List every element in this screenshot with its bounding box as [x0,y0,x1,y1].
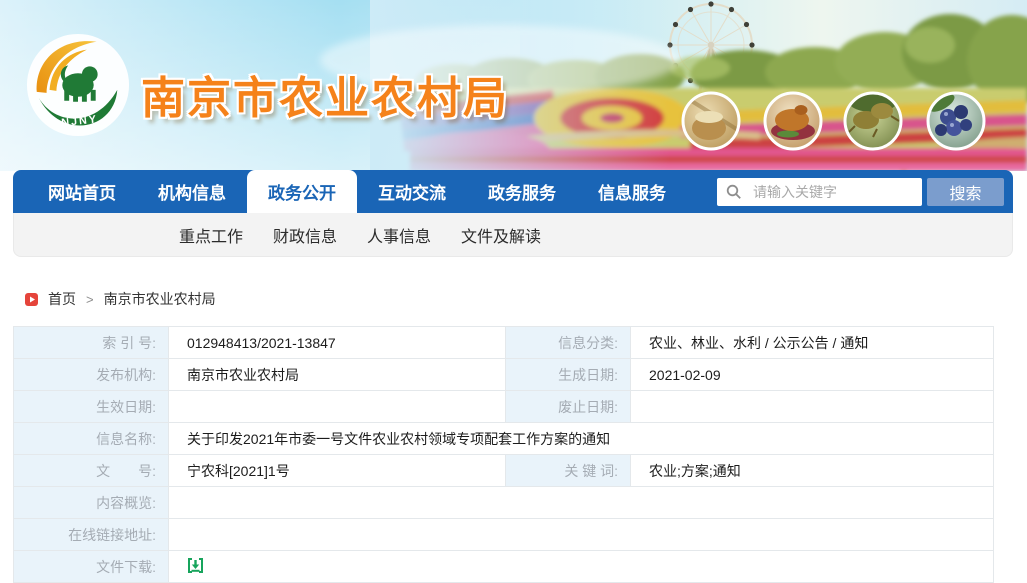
food-photo-crab [845,92,901,149]
logo-emblem-icon: NJNY [24,31,132,139]
subnav-item-documents[interactable]: 文件及解读 [461,223,541,247]
search-input[interactable] [751,183,915,201]
effective-date-label: 生效日期: [14,391,169,423]
file-download-cell [169,551,994,583]
breadcrumb-home[interactable]: 首页 [48,289,76,309]
publish-date-value: 2021-02-09 [631,359,994,391]
table-row: 生效日期: 废止日期: [14,391,994,423]
file-download-label: 文件下载: [14,551,169,583]
repeal-date-label: 废止日期: [506,391,631,423]
content-overview-value [169,487,994,519]
site-banner: NJNY 南京市农业农村局 [0,0,1027,171]
content-overview-label: 内容概览: [14,487,169,519]
index-number-value: 012948413/2021-13847 [169,327,506,359]
sub-nav: 重点工作 财政信息 人事信息 文件及解读 [13,213,1013,257]
nav-item-gov-services[interactable]: 政务服务 [467,170,577,213]
search-icon [726,184,742,200]
breadcrumb-separator: > [86,292,94,307]
subnav-item-personnel-info[interactable]: 人事信息 [367,223,431,247]
publish-date-label: 生成日期: [506,359,631,391]
online-link-value [169,519,994,551]
doc-number-label: 文 号: [14,455,169,487]
info-table: 索 引 号: 012948413/2021-13847 信息分类: 农业、林业、… [13,326,994,583]
info-name-label: 信息名称: [14,423,169,455]
effective-date-value [169,391,506,423]
category-label: 信息分类: [506,327,631,359]
nav-item-org-info[interactable]: 机构信息 [137,170,247,213]
food-photo-grain [683,93,739,149]
breadcrumb: 首页 > 南京市农业农村局 [25,289,216,309]
index-number-label: 索 引 号: [14,327,169,359]
food-photo-duck [765,93,821,149]
keywords-label: 关 键 词: [506,455,631,487]
nav-item-interaction[interactable]: 互动交流 [357,170,467,213]
download-icon [187,557,204,574]
online-link-label: 在线链接地址: [14,519,169,551]
info-name-value: 关于印发2021年市委一号文件农业农村领域专项配套工作方案的通知 [169,423,994,455]
keywords-value: 农业;方案;通知 [631,455,994,487]
doc-number-value: 宁农科[2021]1号 [169,455,506,487]
search-button[interactable]: 搜索 [927,178,1004,206]
nav-item-gov-disclosure[interactable]: 政务公开 [247,170,357,213]
category-value: 农业、林业、水利 / 公示公告 / 通知 [631,327,994,359]
table-row: 发布机构: 南京市农业农村局 生成日期: 2021-02-09 [14,359,994,391]
site-title: 南京市农业农村局 [141,62,509,126]
search-box: 搜索 [717,170,1004,213]
breadcrumb-marker-icon [25,293,38,306]
subnav-item-key-work[interactable]: 重点工作 [179,223,243,247]
download-link[interactable] [187,557,204,574]
table-row: 内容概览: [14,487,994,519]
subnav-item-fiscal-info[interactable]: 财政信息 [273,223,337,247]
site-logo[interactable]: NJNY [24,31,132,139]
table-row: 文 号: 宁农科[2021]1号 关 键 词: 农业;方案;通知 [14,455,994,487]
table-row: 信息名称: 关于印发2021年市委一号文件农业农村领域专项配套工作方案的通知 [14,423,994,455]
nav-container: 网站首页 机构信息 政务公开 互动交流 政务服务 信息服务 搜索 重点工作 财政… [13,170,1013,257]
nav-item-home[interactable]: 网站首页 [27,170,137,213]
publisher-label: 发布机构: [14,359,169,391]
search-field [717,178,922,206]
repeal-date-value [631,391,994,423]
table-row: 索 引 号: 012948413/2021-13847 信息分类: 农业、林业、… [14,327,994,359]
publisher-value: 南京市农业农村局 [169,359,506,391]
breadcrumb-current: 南京市农业农村局 [104,289,216,309]
main-nav: 网站首页 机构信息 政务公开 互动交流 政务服务 信息服务 搜索 [13,170,1013,213]
table-row: 在线链接地址: [14,519,994,551]
table-row: 文件下载: [14,551,994,583]
nav-item-info-services[interactable]: 信息服务 [577,170,687,213]
